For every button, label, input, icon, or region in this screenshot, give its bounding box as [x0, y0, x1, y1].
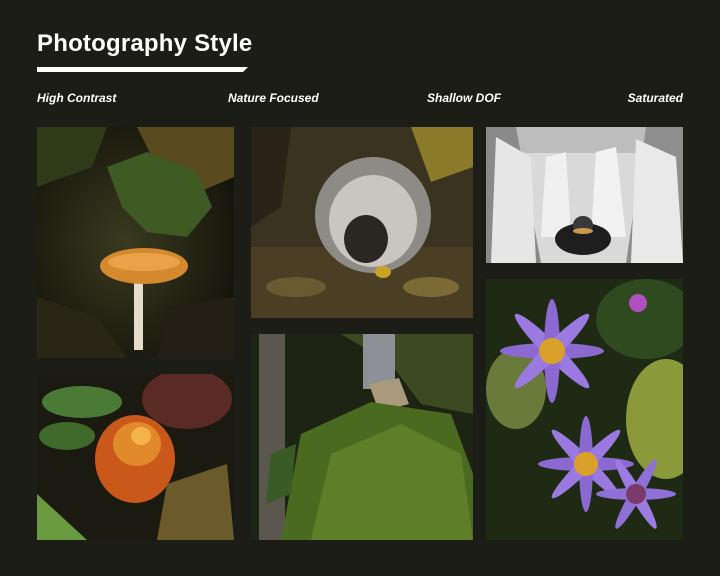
photo-porcupine [251, 127, 473, 318]
tag-saturated: Saturated [627, 91, 683, 105]
page-title: Photography Style [37, 30, 253, 57]
photo-orange-mushroom [37, 374, 234, 540]
photo-hiker-moss [251, 334, 473, 540]
tag-high-contrast: High Contrast [37, 91, 117, 105]
title-underline [37, 67, 248, 72]
tag-nature-focused: Nature Focused [228, 91, 319, 105]
photo-mushroom [37, 127, 234, 358]
photo-snow-forest [486, 127, 683, 263]
tag-shallow-dof: Shallow DOF [427, 91, 502, 105]
photo-purple-asters [486, 279, 683, 540]
